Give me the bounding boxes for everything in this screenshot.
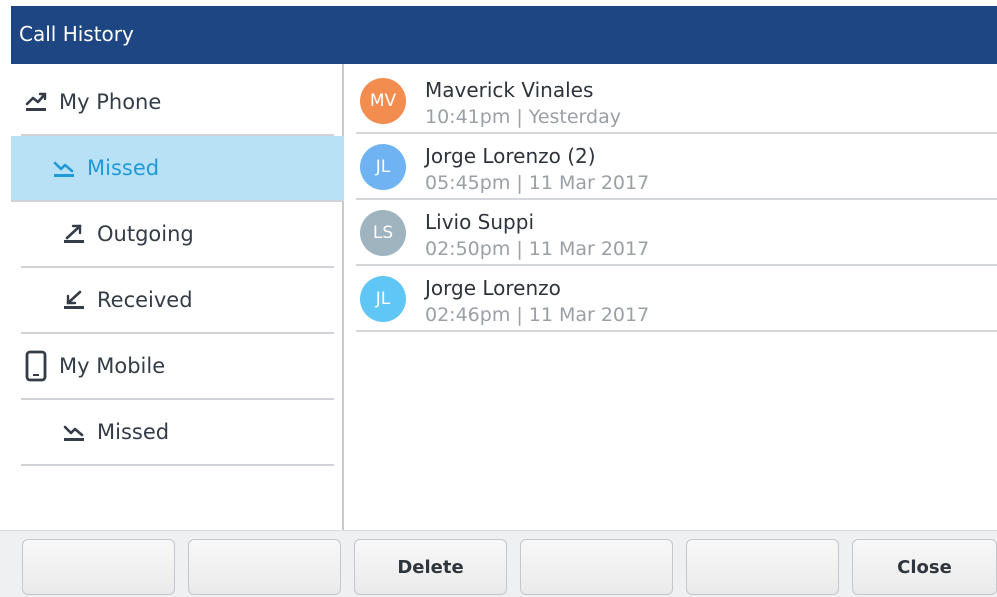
softkey-2[interactable] [188, 539, 341, 595]
sidebar-item-label: Missed [97, 420, 170, 444]
sidebar-item-label: Outgoing [97, 222, 194, 246]
call-details: 05:45pm | 11 Mar 2017 [425, 172, 649, 194]
separator: | [516, 238, 523, 260]
avatar: JL [360, 276, 406, 322]
call-date: Yesterday [528, 106, 621, 128]
sidebar-item-label: My Phone [59, 90, 162, 114]
call-row[interactable]: LS Livio Suppi 02:50pm | 11 Mar 2017 [356, 200, 997, 266]
sidebar-item-label: My Mobile [59, 354, 166, 378]
call-list: MV Maverick Vinales 10:41pm | Yesterday JL… [344, 64, 997, 530]
received-call-icon [61, 287, 87, 313]
softkey-5[interactable] [686, 539, 839, 595]
avatar: LS [360, 210, 406, 256]
missed-call-icon [51, 155, 77, 181]
call-row[interactable]: MV Maverick Vinales 10:41pm | Yesterday [356, 68, 997, 134]
outgoing-call-icon [61, 221, 87, 247]
sidebar: My Phone Missed Outgoing Received My Mob… [11, 64, 344, 530]
caller-name: Maverick Vinales [425, 78, 594, 102]
call-details: 02:50pm | 11 Mar 2017 [425, 238, 649, 260]
caller-name: Jorge Lorenzo [425, 276, 561, 300]
separator: | [516, 106, 523, 128]
sidebar-item-outgoing[interactable]: Outgoing [21, 202, 334, 268]
delete-button[interactable]: Delete [354, 539, 507, 595]
sidebar-item-mobile-missed[interactable]: Missed [21, 400, 334, 466]
caller-name: Jorge Lorenzo (2) [425, 144, 596, 168]
separator: | [516, 304, 523, 326]
call-details: 10:41pm | Yesterday [425, 106, 621, 128]
call-time: 02:50pm [425, 238, 511, 260]
call-details: 02:46pm | 11 Mar 2017 [425, 304, 649, 326]
call-time: 05:45pm [425, 172, 511, 194]
call-date: 11 Mar 2017 [528, 238, 650, 260]
window-title: Call History [19, 22, 134, 46]
call-time: 02:46pm [425, 304, 511, 326]
call-date: 11 Mar 2017 [528, 304, 650, 326]
softkey-bar: Delete Close [0, 530, 997, 597]
separator: | [516, 172, 523, 194]
caller-name: Livio Suppi [425, 210, 535, 234]
call-date: 11 Mar 2017 [528, 172, 650, 194]
sidebar-item-label: Received [97, 288, 193, 312]
softkey-4[interactable] [520, 539, 673, 595]
call-time: 10:41pm [425, 106, 511, 128]
avatar: MV [360, 78, 406, 124]
sidebar-item-label: Missed [87, 156, 160, 180]
sidebar-item-received[interactable]: Received [21, 268, 334, 334]
call-row[interactable]: JL Jorge Lorenzo (2) 05:45pm | 11 Mar 2017 [356, 134, 997, 200]
mobile-phone-icon [23, 350, 49, 382]
sidebar-item-my-phone[interactable]: My Phone [21, 70, 334, 136]
missed-call-icon [61, 419, 87, 445]
softkey-1[interactable] [22, 539, 175, 595]
call-row[interactable]: JL Jorge Lorenzo 02:46pm | 11 Mar 2017 [356, 266, 997, 332]
sidebar-item-my-mobile[interactable]: My Mobile [21, 334, 334, 400]
title-bar: Call History [11, 6, 997, 64]
avatar: JL [360, 144, 406, 190]
sidebar-item-missed[interactable]: Missed [11, 136, 344, 202]
phone-missed-icon [23, 89, 49, 115]
close-button[interactable]: Close [852, 539, 997, 595]
